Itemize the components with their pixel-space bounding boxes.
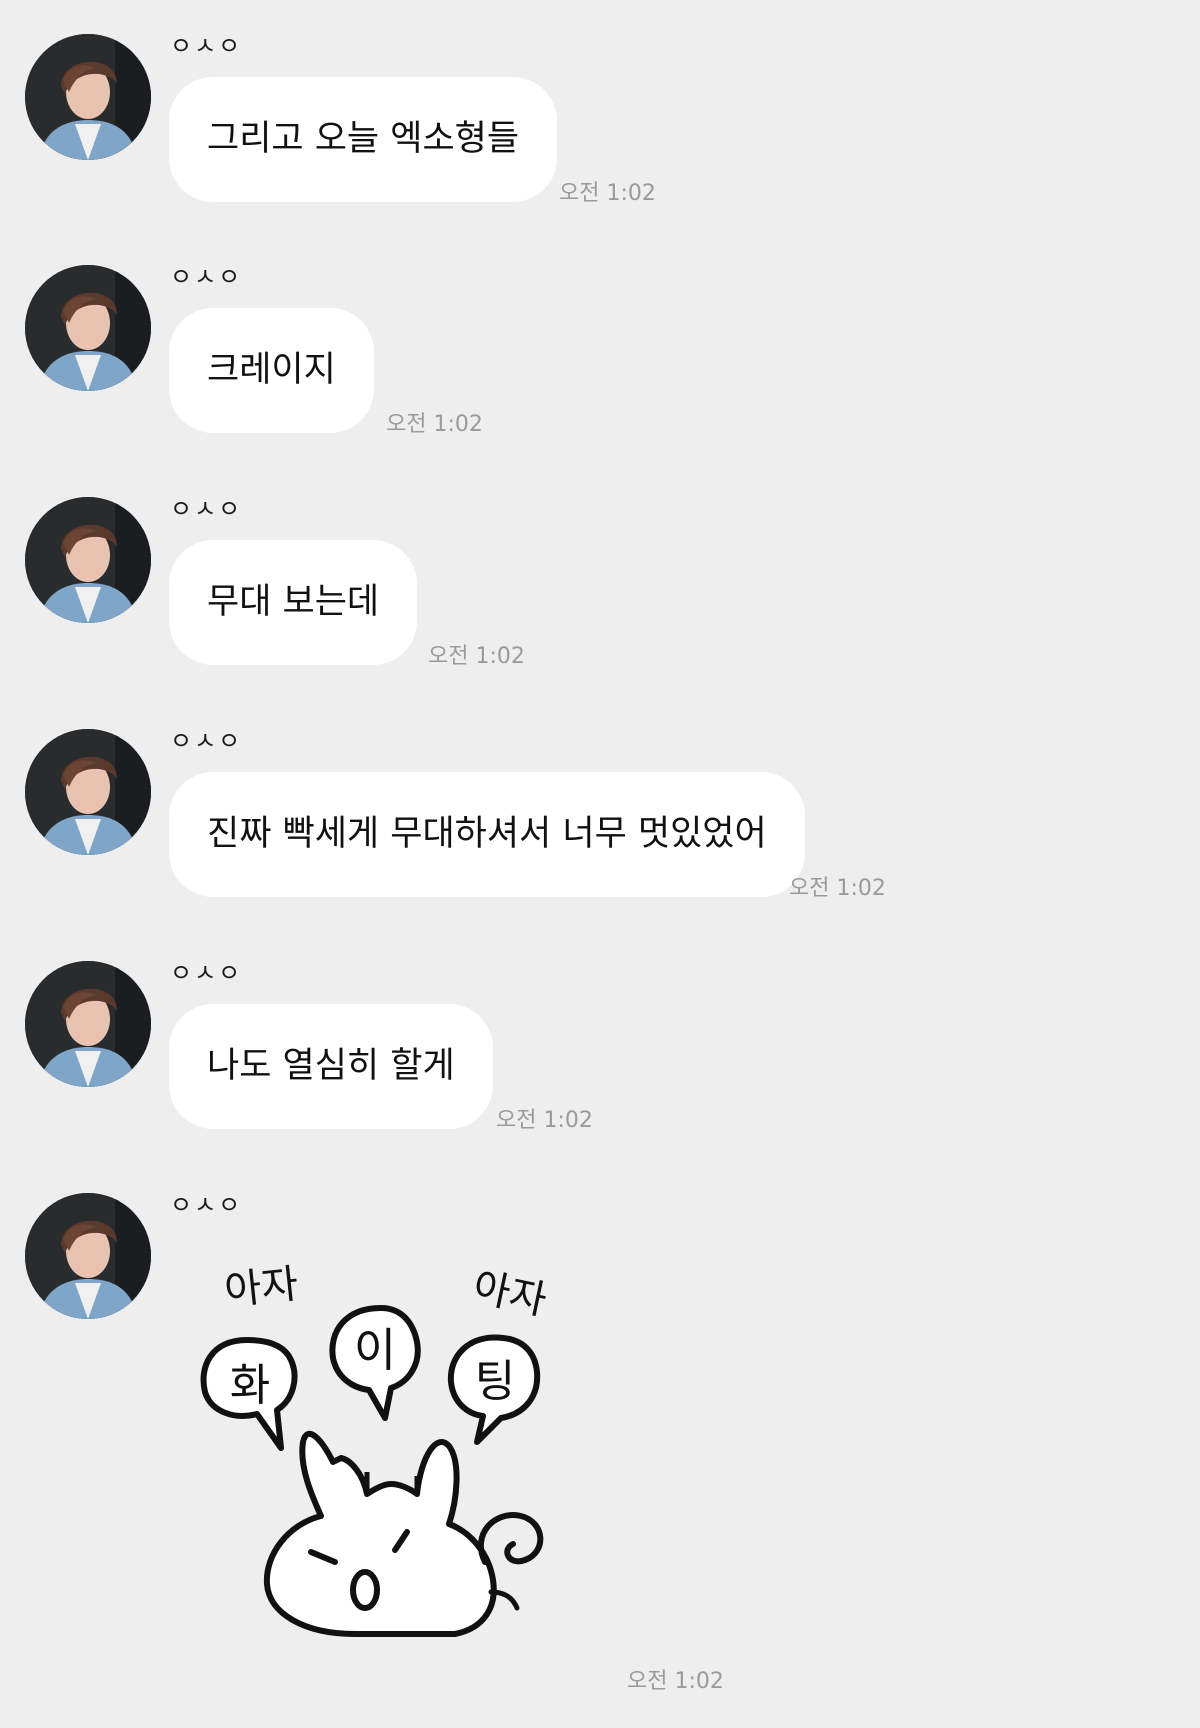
message-time: 오전 1:02 <box>559 181 656 206</box>
message-time: 오전 1:02 <box>627 1669 724 1694</box>
message-bubble[interactable]: 나도 열심히 할게 <box>169 1004 493 1129</box>
sticker-text-left: 아자 <box>222 1262 300 1315</box>
sticker-bubble-1: 화 <box>230 1360 270 1411</box>
message-time: 오전 1:02 <box>496 1108 593 1133</box>
sender-name: ㅇㅅㅇ <box>170 32 243 60</box>
message-bubble[interactable]: 진짜 빡세게 무대하셔서 너무 멋있었어 <box>169 772 805 897</box>
message-bubble[interactable]: 크레이지 <box>169 308 374 433</box>
avatar[interactable] <box>25 729 151 855</box>
avatar[interactable] <box>25 265 151 391</box>
sender-name: ㅇㅅㅇ <box>170 1191 243 1219</box>
sticker-bubble-2: 이 <box>354 1323 396 1377</box>
bunny-sticker-icon[interactable]: 아자 아자 화 이 팅 <box>195 1261 585 1642</box>
avatar[interactable] <box>25 961 151 1087</box>
avatar[interactable] <box>25 497 151 623</box>
message-time: 오전 1:02 <box>386 412 483 437</box>
message-time: 오전 1:02 <box>789 876 886 901</box>
message-bubble[interactable]: 그리고 오늘 엑소형들 <box>169 77 558 202</box>
message-time: 오전 1:02 <box>428 644 525 669</box>
avatar[interactable] <box>25 1193 151 1319</box>
message-bubble[interactable]: 무대 보는데 <box>169 540 418 665</box>
sender-name: ㅇㅅㅇ <box>170 263 243 291</box>
sender-name: ㅇㅅㅇ <box>170 959 243 987</box>
sticker-bubble-3: 팅 <box>475 1356 515 1407</box>
sender-name: ㅇㅅㅇ <box>170 727 243 755</box>
avatar[interactable] <box>25 34 151 160</box>
sticker-text-right: 아자 <box>469 1264 551 1324</box>
sender-name: ㅇㅅㅇ <box>170 495 243 523</box>
